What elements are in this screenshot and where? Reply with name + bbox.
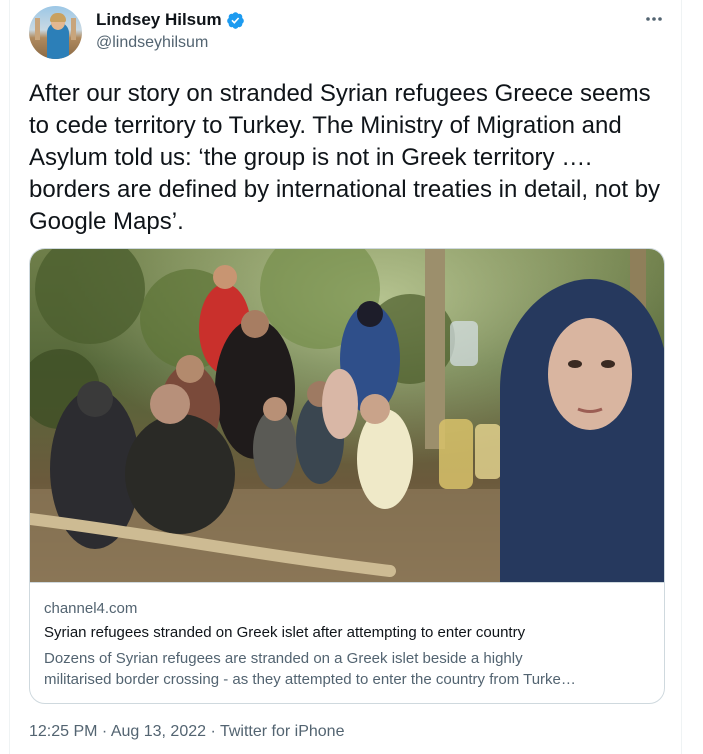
more-dots-icon bbox=[646, 17, 662, 21]
separator-1: · bbox=[97, 723, 111, 740]
tweet-source[interactable]: Twitter for iPhone bbox=[220, 723, 345, 740]
author-avatar[interactable] bbox=[29, 6, 82, 59]
card-meta[interactable]: channel4.com Syrian refugees stranded on… bbox=[30, 582, 664, 703]
tweet-time[interactable]: 12:25 PM bbox=[29, 723, 97, 740]
card-title[interactable]: Syrian refugees stranded on Greek islet … bbox=[44, 624, 525, 641]
more-options-icon[interactable] bbox=[643, 8, 665, 30]
card-image[interactable] bbox=[30, 249, 664, 582]
avatar-column-2 bbox=[71, 18, 76, 40]
tweet-timestamp-row: 12:25 PM · Aug 13, 2022 · Twitter for iP… bbox=[29, 723, 344, 741]
author-name-row[interactable]: Lindsey Hilsum bbox=[96, 10, 245, 30]
avatar-column-1 bbox=[35, 18, 40, 40]
author-name[interactable]: Lindsey Hilsum bbox=[96, 10, 222, 30]
tweet-date[interactable]: Aug 13, 2022 bbox=[111, 723, 206, 740]
separator-2: · bbox=[206, 723, 220, 740]
tweet-text: After our story on stranded Syrian refug… bbox=[29, 80, 661, 235]
avatar-person-hair bbox=[50, 13, 66, 22]
refugees-photo bbox=[30, 249, 664, 582]
card-domain: channel4.com bbox=[44, 600, 138, 617]
author-handle[interactable]: @lindseyhilsum bbox=[96, 34, 208, 52]
verified-badge-icon bbox=[226, 11, 244, 29]
card-description-line-2: militarised border crossing - as they at… bbox=[44, 671, 576, 688]
card-description-line-1: Dozens of Syrian refugees are stranded o… bbox=[44, 650, 523, 667]
card-description: Dozens of Syrian refugees are stranded o… bbox=[44, 648, 650, 690]
link-preview-card[interactable]: channel4.com Syrian refugees stranded on… bbox=[29, 248, 665, 704]
